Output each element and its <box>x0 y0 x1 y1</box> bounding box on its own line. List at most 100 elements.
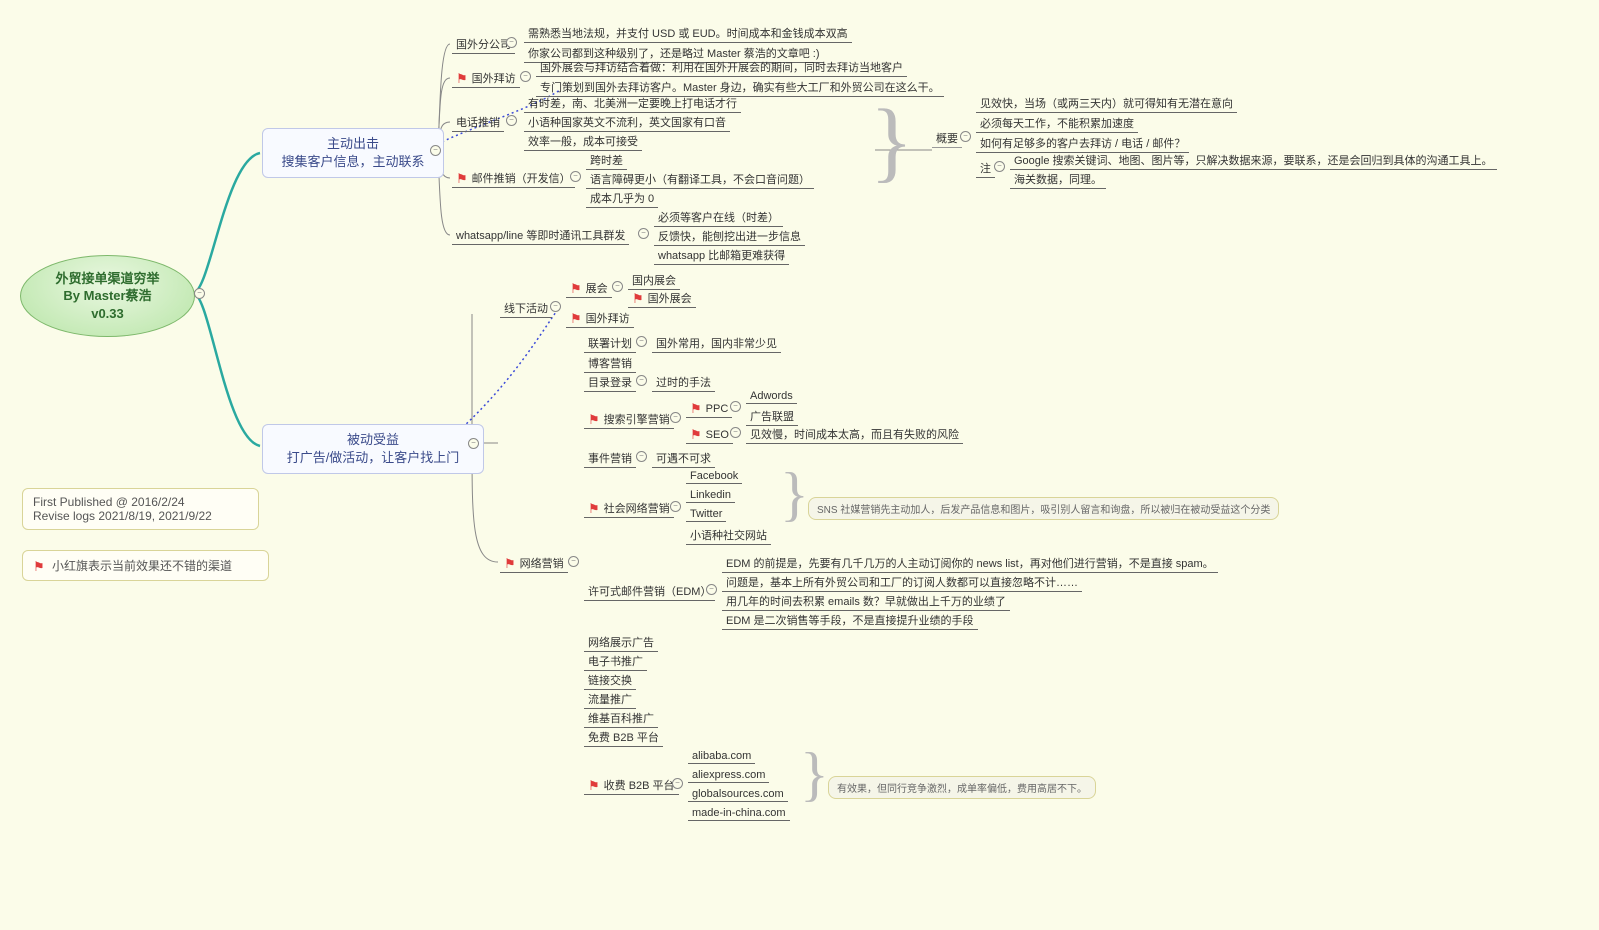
node-a4c[interactable]: 成本几乎为 0 <box>586 190 658 208</box>
n1-toggle[interactable]: − <box>636 336 647 347</box>
node-a3c[interactable]: 效率一般，成本可接受 <box>524 133 642 151</box>
node-n4s[interactable]: ⚑SEO <box>686 426 733 444</box>
a4-toggle[interactable]: − <box>570 171 581 182</box>
node-n6a[interactable]: Facebook <box>686 470 742 484</box>
off1-toggle[interactable]: − <box>612 281 623 292</box>
node-off1[interactable]: ⚑展会 <box>566 280 612 298</box>
branchA-toggle[interactable]: − <box>430 145 441 156</box>
node-n6b[interactable]: Linkedin <box>686 489 735 503</box>
node-n5[interactable]: 事件营销 <box>584 450 636 468</box>
node-n6c[interactable]: Twitter <box>686 508 726 522</box>
sum4-toggle[interactable]: − <box>994 161 1005 172</box>
node-sum4a[interactable]: Google 搜索关键词、地图、图片等，只解决数据来源，要联系，还是会回归到具体… <box>1010 152 1497 170</box>
node-a5c[interactable]: whatsapp 比邮箱更难获得 <box>654 247 789 265</box>
legend-flag-text: 小红旗表示当前效果还不错的渠道 <box>52 559 232 573</box>
node-n13[interactable]: 免费 B2B 平台 <box>584 729 663 747</box>
node-n6d[interactable]: 小语种社交网站 <box>686 527 771 545</box>
branchB-l2: 打广告/做活动，让客户找上门 <box>273 449 473 467</box>
node-offline[interactable]: 线下活动 <box>500 300 552 318</box>
net-toggle[interactable]: − <box>568 556 579 567</box>
node-a1[interactable]: 国外分公司 <box>452 36 515 54</box>
node-off1a[interactable]: 国内展会 <box>628 272 680 290</box>
a1-toggle[interactable]: − <box>506 37 517 48</box>
node-n14a[interactable]: alibaba.com <box>688 750 755 764</box>
node-a4[interactable]: ⚑邮件推销（开发信） <box>452 170 575 188</box>
node-n4p1[interactable]: Adwords <box>746 390 797 404</box>
node-n4[interactable]: ⚑搜索引擎营销 <box>584 411 674 429</box>
node-a4b[interactable]: 语言障碍更小（有翻译工具，不会口音问题） <box>586 171 814 189</box>
node-a1a[interactable]: 需熟悉当地法规，并支付 USD 或 EUD。时间成本和金钱成本双高 <box>524 25 852 43</box>
flag-icon: ⚑ <box>690 427 702 443</box>
node-n6[interactable]: ⚑社会网络营销 <box>584 500 674 518</box>
node-a4a[interactable]: 跨时差 <box>586 152 627 170</box>
node-a2a[interactable]: 国外展会与拜访结合着做：利用在国外开展会的期间，同时去拜访当地客户 <box>536 59 907 77</box>
node-a2[interactable]: ⚑国外拜访 <box>452 70 520 88</box>
node-a5a[interactable]: 必须等客户在线（时差） <box>654 209 783 227</box>
a2-toggle[interactable]: − <box>520 71 531 82</box>
node-sum4[interactable]: 注 <box>976 160 995 178</box>
branch-active[interactable]: 主动出击 搜集客户信息，主动联系 <box>262 128 444 178</box>
flag-icon: ⚑ <box>504 556 516 572</box>
node-a5[interactable]: whatsapp/line 等即时通讯工具群发 <box>452 227 629 245</box>
n4-label: 搜索引擎营销 <box>604 414 670 426</box>
node-n7c[interactable]: 用几年的时间去积累 emails 数？早就做出上千万的业绩了 <box>722 593 1010 611</box>
node-sum[interactable]: 概要 <box>932 130 962 148</box>
node-n12[interactable]: 维基百科推广 <box>584 710 658 728</box>
brace-icon: } <box>800 740 829 809</box>
node-n10[interactable]: 链接交换 <box>584 672 636 690</box>
node-off2[interactable]: ⚑国外拜访 <box>566 310 634 328</box>
node-n11[interactable]: 流量推广 <box>584 691 636 709</box>
node-n14b[interactable]: aliexpress.com <box>688 769 769 783</box>
flag-icon: ⚑ <box>570 281 582 297</box>
node-n3a[interactable]: 过时的手法 <box>652 374 715 392</box>
node-n7[interactable]: 许可式邮件营销（EDM） <box>584 583 715 601</box>
n3-toggle[interactable]: − <box>636 375 647 386</box>
node-a3[interactable]: 电话推销 <box>452 114 504 132</box>
node-n1[interactable]: 联署计划 <box>584 335 636 353</box>
flag-icon: ⚑ <box>456 71 468 87</box>
n14-toggle[interactable]: − <box>672 778 683 789</box>
node-sum1[interactable]: 见效快，当场（或两三天内）就可得知有无潜在意向 <box>976 95 1237 113</box>
node-n14c[interactable]: globalsources.com <box>688 788 788 802</box>
a3-toggle[interactable]: − <box>506 115 517 126</box>
n4-toggle[interactable]: − <box>670 412 681 423</box>
node-net[interactable]: ⚑网络营销 <box>500 555 568 573</box>
branchB-toggle[interactable]: − <box>468 438 479 449</box>
node-n8[interactable]: 网络展示广告 <box>584 634 658 652</box>
root-line1: 外贸接单渠道穷举 <box>55 270 159 288</box>
n7-toggle[interactable]: − <box>706 584 717 595</box>
node-n1a[interactable]: 国外常用，国内非常少见 <box>652 335 781 353</box>
node-a5b[interactable]: 反馈快，能刨挖出进一步信息 <box>654 228 805 246</box>
node-n2[interactable]: 博客营销 <box>584 355 636 373</box>
node-n14[interactable]: ⚑收费 B2B 平台 <box>584 777 679 795</box>
sum-toggle[interactable]: − <box>960 131 971 142</box>
a5-toggle[interactable]: − <box>638 228 649 239</box>
flag-icon: ⚑ <box>33 559 45 575</box>
node-n4s1[interactable]: 见效慢，时间成本太高，而且有失败的风险 <box>746 426 963 444</box>
node-sum3[interactable]: 如何有足够多的客户去拜访 / 电话 / 邮件？ <box>976 135 1189 153</box>
node-sum2[interactable]: 必须每天工作，不能积累加速度 <box>976 115 1138 133</box>
node-n9[interactable]: 电子书推广 <box>584 653 647 671</box>
a4-label: 邮件推销（开发信） <box>472 173 571 185</box>
node-off1b[interactable]: ⚑国外展会 <box>628 290 696 308</box>
node-n3[interactable]: 目录登录 <box>584 374 636 392</box>
node-n4p[interactable]: ⚑PPC <box>686 400 732 418</box>
node-sum4b[interactable]: 海关数据，同理。 <box>1010 171 1106 189</box>
node-n7a[interactable]: EDM 的前提是，先要有几千几万的人主动订阅你的 news list，再对他们进… <box>722 555 1218 573</box>
node-a3b[interactable]: 小语种国家英文不流利，英文国家有口音 <box>524 114 730 132</box>
root-toggle[interactable]: − <box>194 288 205 299</box>
node-a3a[interactable]: 有时差，南、北美洲一定要晚上打电话才行 <box>524 95 741 113</box>
n4s-toggle[interactable]: − <box>730 427 741 438</box>
node-n7d[interactable]: EDM 是二次销售等手段，不是直接提升业绩的手段 <box>722 612 978 630</box>
n4p-toggle[interactable]: − <box>730 401 741 412</box>
node-n14d[interactable]: made-in-china.com <box>688 807 790 821</box>
root-node[interactable]: 外贸接单渠道穷举 By Master蔡浩 v0.33 <box>20 255 195 337</box>
branchA-l2: 搜集客户信息，主动联系 <box>273 153 433 171</box>
branch-passive[interactable]: 被动受益 打广告/做活动，让客户找上门 <box>262 424 484 474</box>
n5-toggle[interactable]: − <box>636 451 647 462</box>
n6-toggle[interactable]: − <box>670 501 681 512</box>
node-n4p2[interactable]: 广告联盟 <box>746 408 798 426</box>
node-n5a[interactable]: 可遇不可求 <box>652 450 715 468</box>
node-n7b[interactable]: 问题是，基本上所有外贸公司和工厂的订阅人数都可以直接忽略不计…… <box>722 574 1082 592</box>
offline-toggle[interactable]: − <box>550 301 561 312</box>
